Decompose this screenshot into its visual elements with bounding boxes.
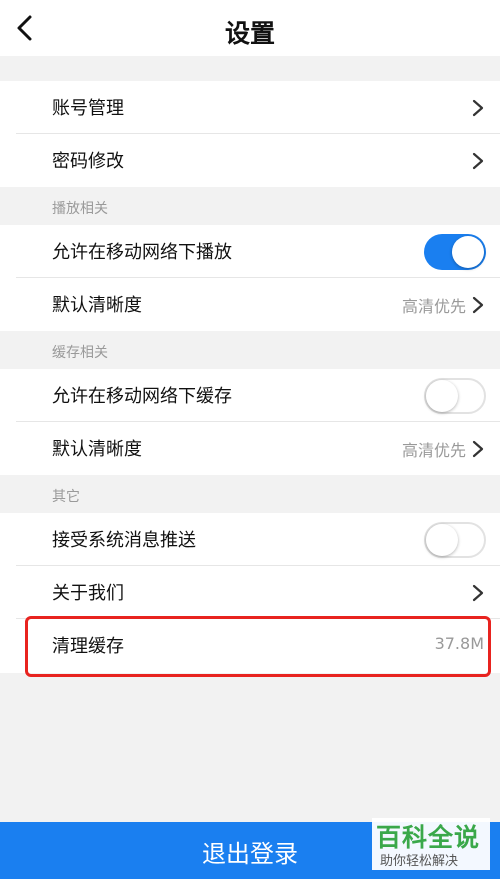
about-us-row[interactable]: 关于我们 (0, 566, 500, 619)
section-header-cache: 缓存相关 (52, 345, 108, 361)
watermark-title: 百科全说 (376, 823, 481, 852)
playback-group: 允许在移动网络下播放 默认清晰度 高清优先 (0, 225, 500, 331)
watermark-logo: 百科全说 助你轻松解决 (372, 818, 490, 870)
watermark-subtitle: 助你轻松解决 (380, 854, 459, 869)
section-header-other: 其它 (52, 489, 80, 505)
nav-bar: 设置 (0, 0, 500, 56)
push-notifications-row: 接受系统消息推送 (0, 513, 500, 566)
chevron-right-icon (472, 584, 484, 602)
toggle-knob (426, 524, 458, 556)
row-label: 默认清晰度 (52, 439, 142, 460)
cache-group: 允许在移动网络下缓存 默认清晰度 高清优先 (0, 369, 500, 475)
quality-value: 高清优先 (401, 297, 466, 316)
page-title: 设置 (224, 19, 275, 48)
password-change-row[interactable]: 密码修改 (0, 134, 500, 187)
row-label: 密码修改 (52, 151, 124, 172)
account-group: 账号管理 密码修改 (0, 81, 500, 187)
chevron-right-icon (472, 440, 484, 458)
chevron-right-icon (472, 152, 484, 170)
toggle-knob (426, 380, 458, 412)
playback-quality-row[interactable]: 默认清晰度 高清优先 (0, 278, 500, 331)
allow-mobile-cache-toggle[interactable] (424, 378, 486, 414)
chevron-right-icon (472, 99, 484, 117)
row-label: 默认清晰度 (52, 295, 142, 316)
push-notifications-toggle[interactable] (424, 522, 486, 558)
section-header-playback: 播放相关 (52, 201, 108, 217)
toggle-knob (452, 236, 484, 268)
allow-mobile-cache-row: 允许在移动网络下缓存 (0, 369, 500, 422)
row-label: 允许在移动网络下缓存 (52, 386, 232, 407)
account-management-row[interactable]: 账号管理 (0, 81, 500, 134)
quality-value: 高清优先 (401, 441, 466, 460)
row-label: 账号管理 (52, 98, 124, 119)
chevron-right-icon (472, 296, 484, 314)
highlight-annotation (25, 616, 491, 677)
row-label: 关于我们 (52, 583, 124, 604)
allow-mobile-playback-row: 允许在移动网络下播放 (0, 225, 500, 278)
allow-mobile-playback-toggle[interactable] (424, 234, 486, 270)
row-label: 允许在移动网络下播放 (52, 242, 232, 263)
cache-quality-row[interactable]: 默认清晰度 高清优先 (0, 422, 500, 475)
row-label: 接受系统消息推送 (52, 530, 196, 551)
